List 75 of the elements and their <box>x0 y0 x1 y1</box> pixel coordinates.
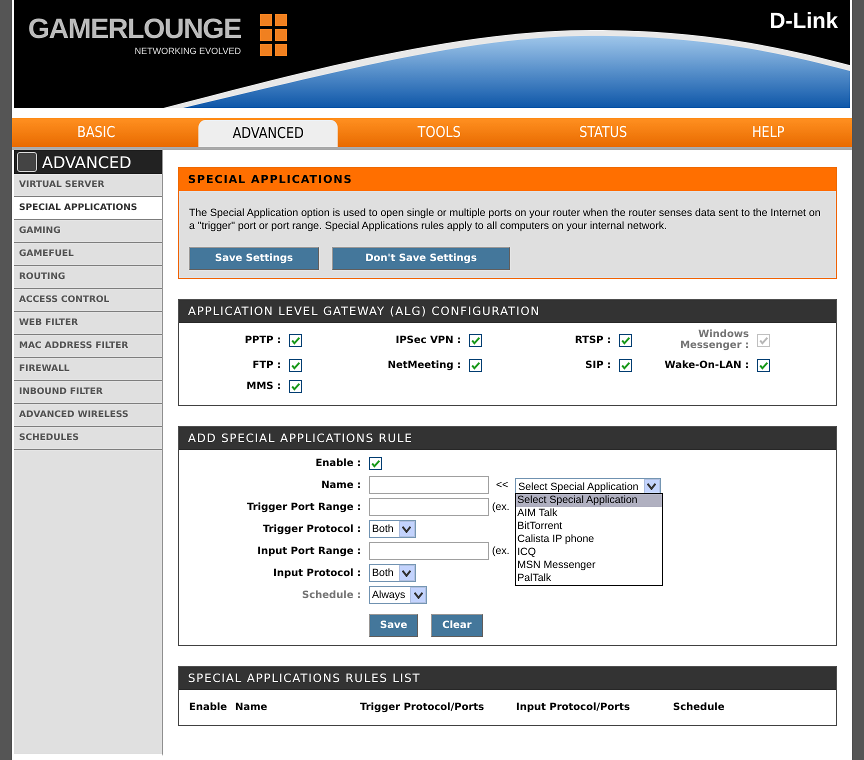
sidebar-heading: ADVANCED <box>42 152 132 172</box>
example-hint: (ex. <box>492 501 510 513</box>
input-field[interactable] <box>369 498 489 516</box>
form-button[interactable]: Save <box>369 614 418 637</box>
squares-icon <box>260 14 290 56</box>
dropdown-option[interactable]: MSN Messenger <box>516 558 662 572</box>
sidebar-item[interactable]: INBOUND FILTER <box>14 381 162 404</box>
sidebar-item[interactable]: FIREWALL <box>14 358 162 381</box>
checkbox[interactable] <box>289 380 302 393</box>
sidebar-item[interactable]: ROUTING <box>14 266 162 289</box>
sidebar-item[interactable]: MAC ADDRESS FILTER <box>14 335 162 358</box>
field-label: Wake-On-LAN : <box>664 360 750 371</box>
field-label: RTSP : <box>574 334 612 346</box>
section-title: SPECIAL APPLICATIONS <box>179 168 836 191</box>
field-label: Trigger Protocol : <box>262 524 362 534</box>
caret-icon <box>398 565 415 581</box>
field-label: Name : <box>320 480 362 490</box>
description-text: The Special Application option is used to open single or multiple ports on your router when the router senses data sent to the Internet on a "trigger" port or port range. Special Applications rules apply to all computers on your internal network. <box>189 207 822 233</box>
sidebar-item[interactable]: WEB FILTER <box>14 312 162 335</box>
checkbox[interactable] <box>469 359 482 372</box>
checkbox[interactable] <box>289 359 302 372</box>
checkbox[interactable] <box>289 334 302 346</box>
field-label: FTP : <box>252 360 282 371</box>
dropdown-option[interactable]: Select Special Application <box>516 494 662 506</box>
brand-logo: D-Link <box>770 8 838 34</box>
settings-button[interactable]: Don't Save Settings <box>332 247 510 270</box>
field-label: MMS : <box>245 381 282 392</box>
caret-icon <box>644 478 660 494</box>
field-label: PPTP : <box>244 334 282 346</box>
sidebar-item[interactable]: GAMING <box>14 220 162 243</box>
field-label: NetMeeting : <box>386 360 462 371</box>
column-header: Enable <box>189 702 228 713</box>
nav-tab[interactable]: ADVANCED <box>198 120 338 147</box>
dropdown-option[interactable]: BitTorrent <box>516 520 662 532</box>
sidebar-item[interactable]: SCHEDULES <box>14 427 162 450</box>
logo-tagline: NETWORKING EVOLVED <box>134 46 241 56</box>
checkbox[interactable] <box>757 359 770 372</box>
field-label: Input Port Range : <box>256 546 362 556</box>
section-title: SPECIAL APPLICATIONS RULES LIST <box>179 667 836 690</box>
column-header: Input Protocol/Ports <box>516 702 631 713</box>
field-label: IPSec VPN : <box>394 334 462 346</box>
logo-text: GAMERLOUNGE <box>28 12 241 46</box>
caret-icon <box>410 587 426 603</box>
example-hint: (ex. <box>492 545 510 557</box>
dropdown-option[interactable]: Calista IP phone <box>516 532 662 546</box>
form-button[interactable]: Clear <box>431 614 482 637</box>
sidebar-item[interactable]: SPECIAL APPLICATIONS <box>14 197 162 220</box>
dropdown[interactable]: Both <box>369 520 416 538</box>
dropdown-option[interactable]: PalTalk <box>516 572 662 584</box>
input-field[interactable] <box>369 476 489 494</box>
field-label: Windows Messenger : <box>679 329 750 351</box>
checkbox[interactable] <box>469 334 482 346</box>
sidebar-item[interactable]: GAMEFUEL <box>14 243 162 266</box>
field-label: Enable : <box>314 458 362 468</box>
dropdown[interactable]: Both <box>369 564 416 582</box>
section-title: APPLICATION LEVEL GATEWAY (ALG) CONFIGURATION <box>179 300 836 323</box>
field-label: Input Protocol : <box>272 568 362 578</box>
field-label: Trigger Port Range : <box>246 502 362 512</box>
dropdown-option[interactable]: ICQ <box>516 546 662 558</box>
column-header: Schedule <box>673 702 725 713</box>
checkbox[interactable] <box>619 334 632 346</box>
checkbox[interactable] <box>619 359 632 372</box>
column-header: Name <box>235 702 268 713</box>
column-header: Trigger Protocol/Ports <box>360 702 486 713</box>
dropdown-option[interactable]: AIM Talk <box>516 506 662 520</box>
field-label: Schedule : <box>301 590 362 600</box>
section-title: ADD SPECIAL APPLICATIONS RULE <box>179 427 836 450</box>
settings-button[interactable]: Save Settings <box>189 247 319 270</box>
sidebar-item[interactable]: ACCESS CONTROL <box>14 289 162 312</box>
field-label: SIP : <box>584 360 612 371</box>
arrow-text: << <box>496 479 508 491</box>
caret-icon <box>398 521 415 537</box>
input-field[interactable] <box>369 542 489 560</box>
sidebar-item[interactable]: ADVANCED WIRELESS <box>14 404 162 427</box>
checkbox[interactable] <box>369 456 382 470</box>
